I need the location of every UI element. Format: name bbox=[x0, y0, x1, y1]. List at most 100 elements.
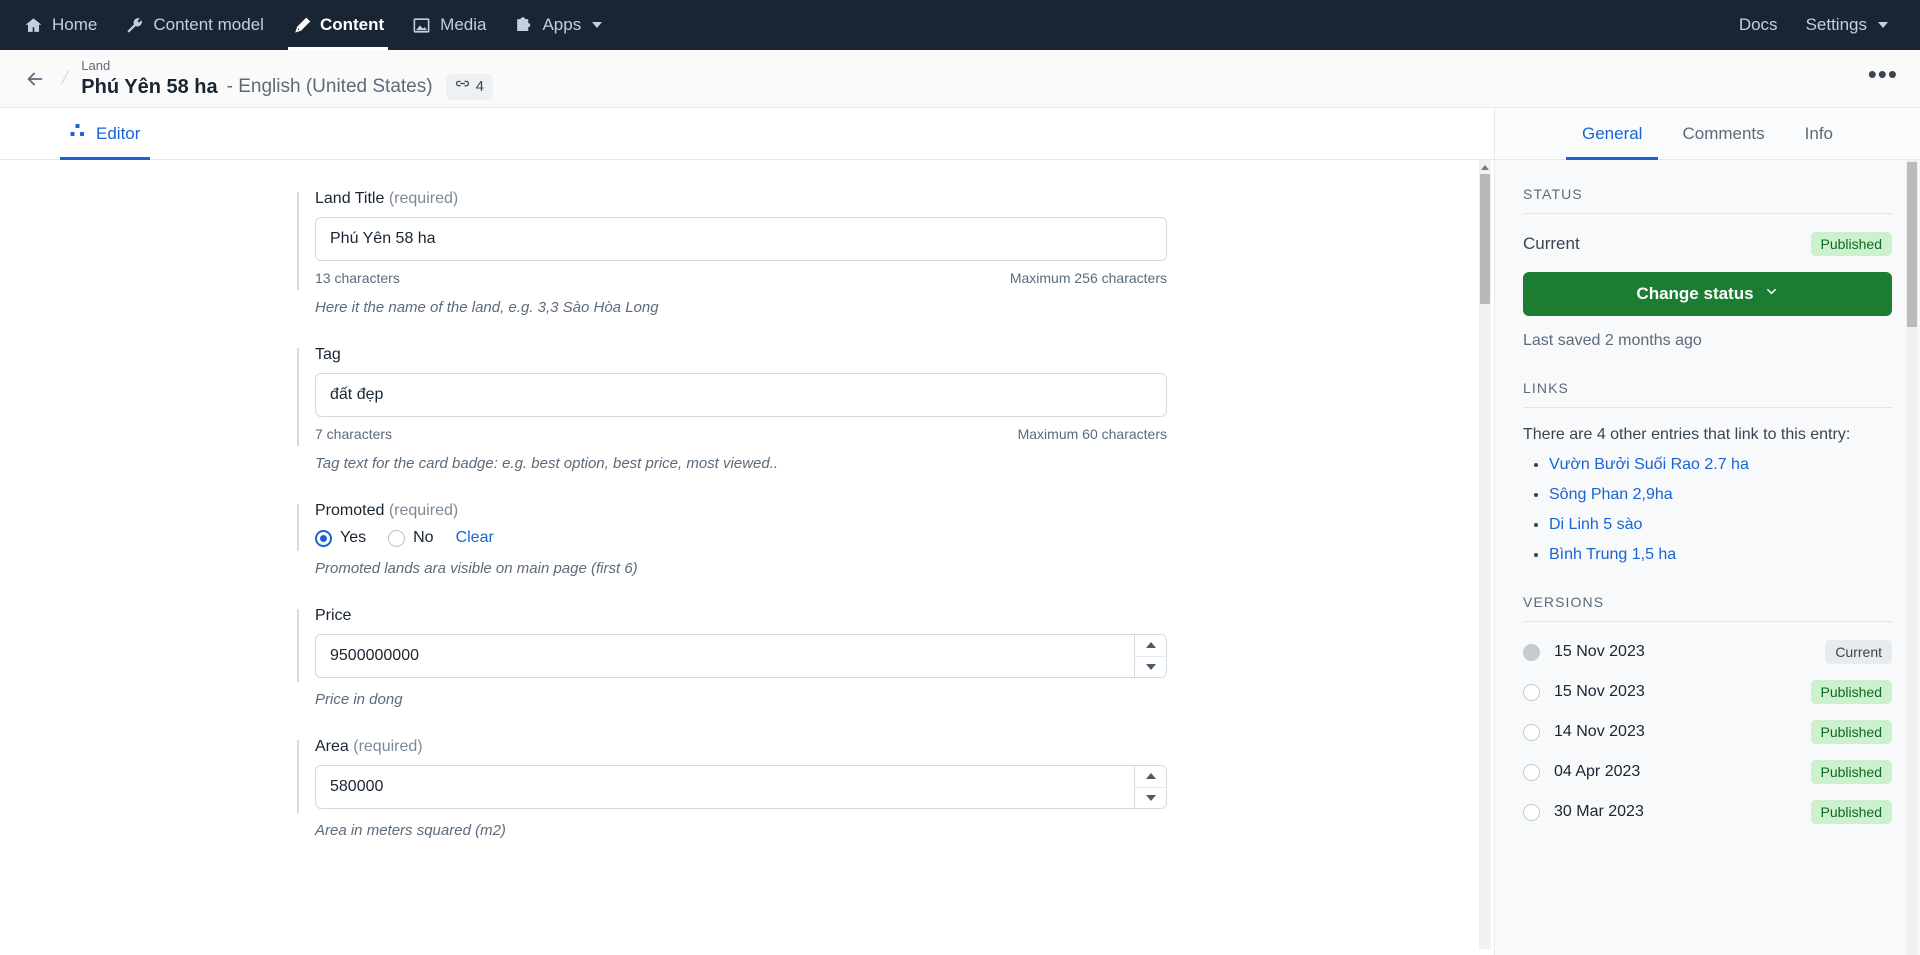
linked-entry-link[interactable]: Sông Phan 2,9ha bbox=[1549, 486, 1673, 503]
version-row[interactable]: 15 Nov 2023 Published bbox=[1523, 680, 1892, 704]
version-row[interactable]: 04 Apr 2023 Published bbox=[1523, 760, 1892, 784]
version-radio[interactable] bbox=[1523, 763, 1540, 781]
status-section-heading: STATUS bbox=[1523, 186, 1892, 214]
linked-entry-link[interactable]: Bình Trung 1,5 ha bbox=[1549, 546, 1676, 563]
tab-info[interactable]: Info bbox=[1789, 108, 1849, 159]
price-input[interactable] bbox=[315, 634, 1167, 678]
max-chars: Maximum 256 characters bbox=[1009, 270, 1167, 286]
more-actions-button[interactable]: ••• bbox=[1868, 61, 1898, 88]
field-label-text: Promoted bbox=[315, 502, 385, 519]
version-row[interactable]: 15 Nov 2023 Current bbox=[1523, 640, 1892, 664]
nav-label: Apps bbox=[542, 15, 582, 34]
field-label: Tag bbox=[315, 346, 1167, 364]
back-button[interactable] bbox=[18, 62, 52, 96]
incoming-links-chip[interactable]: 4 bbox=[445, 74, 493, 100]
tab-comments[interactable]: Comments bbox=[1666, 108, 1780, 159]
version-radio[interactable] bbox=[1523, 723, 1540, 741]
status-current-row: Current Published bbox=[1523, 232, 1892, 256]
arrow-down-icon bbox=[1145, 663, 1156, 670]
version-badge: Published bbox=[1810, 720, 1892, 744]
entry-sidebar: General Comments Info STATUS Current Pub… bbox=[1495, 108, 1920, 955]
nav-item-docs[interactable]: Docs bbox=[1725, 0, 1792, 50]
top-navigation-bar: Home Content model Content Media Apps Do… bbox=[0, 0, 1920, 50]
sidebar-scrollbar-thumb[interactable] bbox=[1907, 162, 1917, 327]
nav-label: Media bbox=[440, 15, 487, 34]
promoted-clear-link[interactable]: Clear bbox=[456, 529, 494, 547]
version-radio[interactable] bbox=[1523, 683, 1540, 701]
last-saved-text: Last saved 2 months ago bbox=[1523, 332, 1702, 349]
entry-header: / Land Phú Yên 58 ha - English (United S… bbox=[0, 50, 1920, 108]
nav-item-content[interactable]: Content bbox=[278, 0, 398, 50]
version-radio[interactable] bbox=[1523, 803, 1540, 821]
wrench-icon bbox=[125, 16, 144, 35]
field-label-text: Tag bbox=[315, 346, 341, 363]
pen-nib-icon bbox=[292, 16, 311, 35]
nav-item-settings[interactable]: Settings bbox=[1792, 0, 1902, 50]
char-count: 7 characters bbox=[315, 426, 393, 442]
tab-label: Comments bbox=[1682, 123, 1765, 143]
nav-item-apps[interactable]: Apps bbox=[500, 0, 616, 50]
stepper-increment-button[interactable] bbox=[1135, 766, 1166, 787]
editor-scrollbar[interactable] bbox=[1479, 160, 1491, 949]
change-status-label: Change status bbox=[1636, 284, 1754, 303]
linked-entry-link[interactable]: Vườn Bưởi Suối Rao 2.7 ha bbox=[1549, 456, 1749, 473]
promoted-radio-group: Yes No Clear bbox=[315, 529, 1167, 547]
nav-item-content-model[interactable]: Content model bbox=[111, 0, 278, 50]
chevron-down-icon bbox=[1764, 284, 1779, 304]
price-number-wrapper bbox=[315, 634, 1167, 678]
promoted-option-yes[interactable]: Yes bbox=[315, 529, 366, 547]
field-promoted: Promoted (required) Yes No Clear Promote… bbox=[297, 502, 1167, 577]
tab-editor[interactable]: Editor bbox=[52, 108, 158, 160]
version-badge: Current bbox=[1825, 640, 1892, 664]
radio-label: No bbox=[413, 529, 434, 546]
promoted-option-no[interactable]: No bbox=[388, 529, 434, 547]
field-land-title: Land Title (required) 13 characters Maxi… bbox=[297, 190, 1167, 316]
version-date: 14 Nov 2023 bbox=[1554, 723, 1645, 740]
field-label: Promoted (required) bbox=[315, 502, 1167, 520]
field-label: Area (required) bbox=[315, 738, 1167, 756]
arrow-up-icon bbox=[1145, 773, 1156, 780]
arrow-down-icon bbox=[1145, 794, 1156, 801]
price-stepper[interactable] bbox=[1134, 635, 1166, 677]
version-row[interactable]: 14 Nov 2023 Published bbox=[1523, 720, 1892, 744]
version-row[interactable]: 30 Mar 2023 Published bbox=[1523, 800, 1892, 824]
field-label-text: Land Title bbox=[315, 190, 385, 207]
field-tag: Tag 7 characters Maximum 60 characters T… bbox=[297, 346, 1167, 472]
version-radio[interactable] bbox=[1523, 643, 1540, 661]
stepper-decrement-button[interactable] bbox=[1135, 786, 1166, 809]
tab-label: Editor bbox=[96, 123, 141, 143]
field-meta: 7 characters Maximum 60 characters bbox=[315, 426, 1167, 442]
stepper-decrement-button[interactable] bbox=[1135, 655, 1166, 678]
field-label: Land Title (required) bbox=[315, 190, 1167, 208]
area-input[interactable] bbox=[315, 765, 1167, 809]
change-status-button[interactable]: Change status bbox=[1523, 272, 1892, 316]
nav-label: Docs bbox=[1738, 15, 1778, 34]
image-icon bbox=[412, 16, 431, 35]
area-number-wrapper bbox=[315, 765, 1167, 809]
land-title-input[interactable] bbox=[315, 217, 1167, 261]
field-label-text: Area bbox=[315, 738, 349, 755]
radio-indicator[interactable] bbox=[315, 529, 332, 547]
editor-scrollbar-thumb[interactable] bbox=[1480, 174, 1490, 304]
editor-tabbar: Editor bbox=[0, 108, 1494, 160]
tag-input[interactable] bbox=[315, 373, 1167, 417]
nav-label: Content model bbox=[153, 15, 264, 34]
scroll-up-arrow-icon[interactable] bbox=[1480, 161, 1490, 173]
version-badge: Published bbox=[1810, 680, 1892, 704]
editor-pane: Editor Land Title (required) 13 characte… bbox=[0, 108, 1495, 955]
nav-label: Content bbox=[319, 15, 385, 34]
area-stepper[interactable] bbox=[1134, 766, 1166, 808]
radio-indicator[interactable] bbox=[388, 529, 406, 547]
sidebar-body: STATUS Current Published Change status L… bbox=[1495, 160, 1920, 955]
tab-general[interactable]: General bbox=[1565, 108, 1659, 160]
field-meta: 13 characters Maximum 256 characters bbox=[315, 270, 1167, 286]
linked-entry-link[interactable]: Di Linh 5 sào bbox=[1549, 516, 1642, 533]
char-count: 13 characters bbox=[315, 270, 400, 286]
nav-item-home[interactable]: Home bbox=[10, 0, 111, 50]
stepper-increment-button[interactable] bbox=[1135, 635, 1166, 656]
nav-item-media[interactable]: Media bbox=[398, 0, 500, 50]
editor-form: Land Title (required) 13 characters Maxi… bbox=[297, 190, 1167, 839]
links-section-heading: LINKS bbox=[1523, 380, 1892, 408]
sidebar-scrollbar[interactable] bbox=[1906, 160, 1918, 955]
link-count: 4 bbox=[475, 78, 484, 95]
